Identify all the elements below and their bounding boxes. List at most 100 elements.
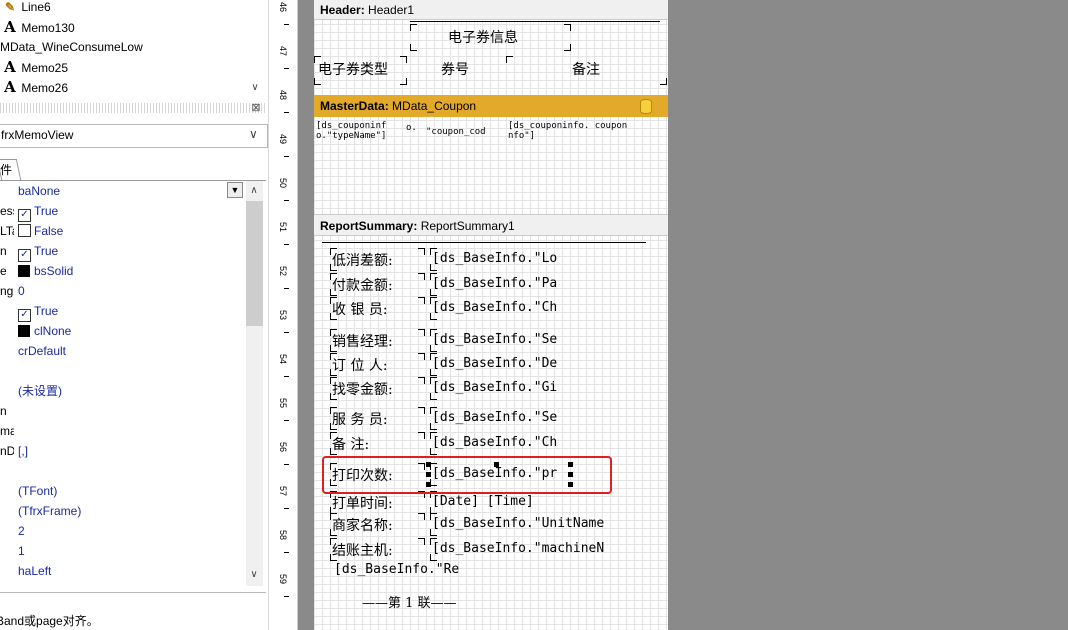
property-value: True <box>34 244 59 258</box>
summary-value[interactable]: [ds_BaseInfo."Lo <box>432 251 557 266</box>
summary-value[interactable]: [ds_BaseInfo."Ch <box>432 300 557 315</box>
property-row[interactable]: e bsSolid <box>0 261 245 281</box>
property-row[interactable]: 1 <box>0 541 245 561</box>
summary-label[interactable]: 付款金额: <box>332 275 393 295</box>
resize-handle[interactable] <box>426 482 431 487</box>
ruler-tick <box>284 244 289 245</box>
tab-properties-label: 件 <box>0 163 13 177</box>
property-value: (TfrxFrame) <box>18 504 82 518</box>
tree-item-memo26[interactable]: A Memo26 <box>2 77 68 97</box>
text-memo-icon: A <box>4 78 16 96</box>
property-value: 1 <box>18 544 25 558</box>
summary-value[interactable]: [ds_BaseInfo."De <box>432 356 557 371</box>
summary-label[interactable]: 商家名称: <box>332 515 393 535</box>
property-row[interactable]: (TfrxFrame) <box>0 501 245 521</box>
property-name: n <box>0 404 7 418</box>
dropdown-button[interactable]: ▼ <box>227 182 243 198</box>
property-row[interactable]: LTa False <box>0 221 245 241</box>
ruler-tick <box>284 156 289 157</box>
property-value: True <box>34 304 59 318</box>
ruler-tick <box>284 332 289 333</box>
property-row[interactable]: baNone <box>0 181 245 201</box>
summary-last-line[interactable]: [ds_BaseInfo."Re <box>334 562 459 577</box>
tree-item-memo25[interactable]: A Memo25 <box>2 57 68 77</box>
property-row[interactable]: nDe [,] <box>0 441 245 461</box>
summary-value[interactable]: [ds_BaseInfo."machineN <box>432 541 604 556</box>
property-description: Band或page对齐。 <box>0 614 99 628</box>
design-margin <box>298 0 314 630</box>
resize-handle[interactable] <box>568 472 573 477</box>
property-row[interactable]: ng 0 <box>0 281 245 301</box>
property-grid: baNone ess✓True LTa False n✓True e bsSolid ng 0 ✓… <box>0 181 262 586</box>
scroll-up-icon[interactable]: ∧ <box>246 183 262 199</box>
summary-label[interactable]: 收 银 员: <box>332 299 388 319</box>
report-page[interactable]: Header: Header1 电子券信息 电子券类型 券号 备注 Master… <box>314 0 668 630</box>
resize-handle[interactable] <box>426 462 431 467</box>
tree-item-mdata-wineconsumelow[interactable]: MData_WineConsumeLow <box>0 37 143 57</box>
ruler-tick <box>284 68 289 69</box>
property-row[interactable]: ess✓True <box>0 201 245 222</box>
resize-handle[interactable] <box>568 482 573 487</box>
property-value: (未设置) <box>18 384 62 398</box>
tree-item-memo130[interactable]: A Memo130 <box>2 17 75 37</box>
summary-label[interactable]: 销售经理: <box>332 331 393 351</box>
summary-value[interactable]: [Date] [Time] <box>432 494 534 509</box>
property-row[interactable]: n <box>0 401 245 421</box>
property-row[interactable]: 2 <box>0 521 245 541</box>
property-row[interactable] <box>0 461 245 481</box>
color-swatch-icon <box>18 265 30 277</box>
summary-label[interactable]: 找零金额: <box>332 379 393 399</box>
vertical-ruler: 46 47 48 49 50 51 52 53 54 55 56 57 58 59 <box>270 0 298 630</box>
ruler-tick <box>284 508 289 509</box>
property-row[interactable]: n ✓ True <box>0 241 245 262</box>
ruler-number: 46 <box>278 1 289 13</box>
property-name: ng <box>0 284 14 298</box>
summary-label[interactable]: 打单时间: <box>332 493 393 513</box>
property-row[interactable]: haLeft <box>0 561 245 581</box>
summary-label[interactable]: 备 注: <box>332 434 369 454</box>
summary-label[interactable]: 低消差额: <box>332 250 393 270</box>
resize-handle[interactable] <box>568 462 573 467</box>
splitter-handle[interactable] <box>0 103 266 113</box>
ruler-number: 56 <box>278 441 289 453</box>
property-value: 2 <box>18 524 25 538</box>
property-row[interactable] <box>0 361 245 381</box>
summary-value[interactable]: [ds_BaseInfo."Gi <box>432 380 557 395</box>
summary-label[interactable]: 订 位 人: <box>332 355 388 375</box>
ruler-tick <box>284 288 289 289</box>
summary-value[interactable]: [ds_BaseInfo."Se <box>432 332 557 347</box>
close-panel-icon[interactable]: ⊠ <box>250 102 262 114</box>
resize-handle[interactable] <box>494 462 499 467</box>
resize-handle[interactable] <box>426 472 431 477</box>
property-row[interactable]: (TFont) <box>0 481 245 501</box>
object-selector-combo[interactable]: frxMemoView ∨ <box>0 124 268 148</box>
tree-scroll-down-icon[interactable]: ∨ <box>247 80 263 96</box>
checkbox-empty-icon[interactable] <box>18 224 31 237</box>
property-row[interactable]: ✓ True <box>0 301 245 322</box>
property-scrollbar[interactable]: ∧ ∨ <box>246 181 263 586</box>
ruler-number: 54 <box>278 353 289 365</box>
scroll-down-icon[interactable]: ∨ <box>246 567 262 583</box>
property-row[interactable]: ma <box>0 421 245 441</box>
property-name: ma <box>0 424 14 438</box>
ruler-number: 52 <box>278 265 289 277</box>
summary-label[interactable]: 结账主机: <box>332 540 393 560</box>
text-memo-icon: A <box>4 58 16 76</box>
property-row[interactable]: (未设置) <box>0 381 245 401</box>
summary-value[interactable]: [ds_BaseInfo."Ch <box>432 435 557 450</box>
property-name: e <box>0 264 7 278</box>
summary-value[interactable]: [ds_BaseInfo."Se <box>432 410 557 425</box>
summary-value[interactable]: [ds_BaseInfo."UnitName <box>432 516 604 531</box>
tree-item-line6[interactable]: ✎ Line6 <box>2 0 51 17</box>
property-value: crDefault <box>18 344 67 358</box>
ruler-number: 48 <box>278 89 289 101</box>
property-row[interactable]: clNone <box>0 321 245 341</box>
ruler-tick <box>284 552 289 553</box>
summary-value[interactable]: [ds_BaseInfo."Pa <box>432 276 557 291</box>
scroll-thumb[interactable] <box>246 201 263 326</box>
copy-number-line[interactable]: ——第 1 联—— <box>362 592 457 611</box>
property-value: 0 <box>18 284 25 298</box>
property-row[interactable]: crDefault <box>0 341 245 361</box>
summary-label[interactable]: 服 务 员: <box>332 409 388 429</box>
property-name: nDe <box>0 444 14 458</box>
